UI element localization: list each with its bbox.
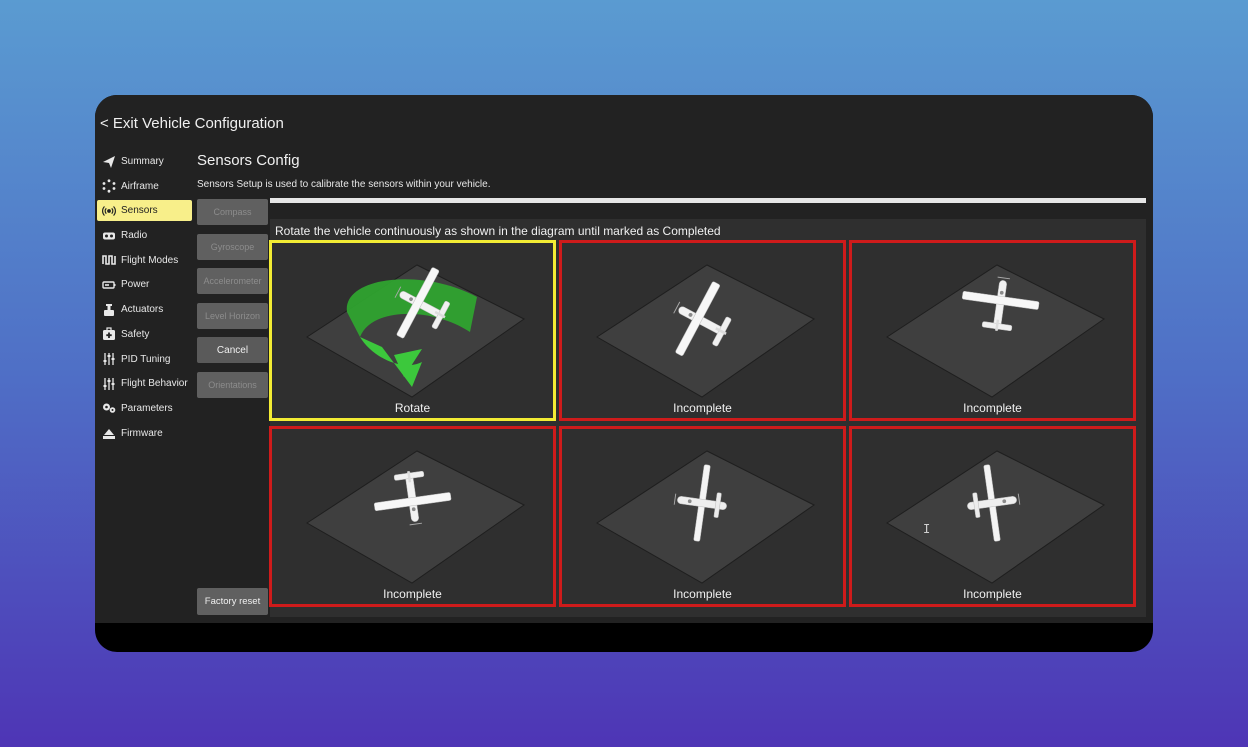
- orientation-status-label: Rotate: [394, 401, 431, 415]
- orientation-status-label: Incomplete: [383, 587, 442, 601]
- exit-vehicle-config-link[interactable]: < Exit Vehicle Configuration: [100, 115, 284, 132]
- orientation-cell-left-side: Incomplete: [559, 426, 846, 607]
- calibration-instruction: Rotate the vehicle continuously as shown…: [275, 224, 721, 238]
- sidebar: Summary Airframe Sensors Radio Flight Modes P…: [97, 151, 192, 447]
- level-horizon-button[interactable]: Level Horizon: [197, 302, 268, 329]
- sliders-icon: [101, 377, 117, 391]
- actuator-icon: [101, 303, 117, 317]
- sidebar-item-label: Radio: [121, 230, 148, 242]
- sidebar-item-actuators[interactable]: Actuators: [97, 299, 192, 320]
- calibration-progress-fill: [270, 198, 1146, 203]
- orientation-cell-rotate: Rotate: [269, 240, 556, 421]
- orientation-status-label: Incomplete: [963, 587, 1022, 601]
- sidebar-item-parameters[interactable]: Parameters: [97, 398, 192, 419]
- sidebar-item-firmware[interactable]: Firmware: [97, 423, 192, 444]
- gyroscope-button[interactable]: Gyroscope: [197, 233, 268, 260]
- gears-icon: [101, 401, 117, 415]
- factory-reset-button[interactable]: Factory reset: [197, 588, 268, 615]
- sidebar-item-label: Actuators: [121, 304, 164, 316]
- orientation-cell-nose-down: Incomplete: [849, 240, 1136, 421]
- sidebar-item-label: Firmware: [121, 427, 163, 439]
- sidebar-item-safety[interactable]: Safety: [97, 324, 192, 345]
- sidebar-item-label: PID Tuning: [121, 353, 171, 365]
- orientation-cell-upright: Incomplete: [559, 240, 846, 421]
- app-window: < Exit Vehicle Configuration Summary Airf…: [95, 95, 1153, 652]
- sidebar-item-label: Sensors: [121, 205, 158, 217]
- sidebar-item-summary[interactable]: Summary: [97, 151, 192, 172]
- compass-button[interactable]: Compass: [197, 199, 268, 225]
- sidebar-item-flight-behavior[interactable]: Flight Behavior: [97, 373, 192, 394]
- sidebar-item-airframe[interactable]: Airframe: [97, 176, 192, 197]
- sidebar-item-label: Safety: [121, 328, 150, 340]
- vehicle-config-app: < Exit Vehicle Configuration Summary Airf…: [95, 95, 1153, 623]
- waveform-icon: [101, 253, 117, 267]
- sidebar-item-label: Airframe: [121, 180, 159, 192]
- orientation-status-label: Incomplete: [673, 401, 732, 415]
- battery-icon: [101, 278, 117, 292]
- paper-plane-icon: [101, 155, 117, 169]
- calibration-progress-bar: [270, 198, 1146, 203]
- radio-icon: [101, 229, 117, 243]
- sidebar-item-power[interactable]: Power: [97, 274, 192, 295]
- cancel-button[interactable]: Cancel: [197, 337, 268, 364]
- sidebar-item-label: Flight Behavior: [121, 378, 188, 390]
- orientation-cell-right-side: Incomplete: [849, 426, 1136, 607]
- sidebar-item-flight-modes[interactable]: Flight Modes: [97, 250, 192, 271]
- sliders-icon: [101, 352, 117, 366]
- firmware-icon: [101, 426, 117, 440]
- rotate-arrow-icon: [306, 264, 525, 398]
- text-cursor-icon: I: [923, 522, 931, 536]
- sidebar-item-label: Power: [121, 279, 150, 291]
- calibration-buttons: Compass Gyroscope Accelerometer Level Horiz…: [197, 199, 268, 407]
- sidebar-item-radio[interactable]: Radio: [97, 225, 192, 246]
- sidebar-item-label: Flight Modes: [121, 254, 179, 266]
- sidebar-item-label: Parameters: [121, 402, 173, 414]
- sidebar-item-sensors[interactable]: Sensors: [97, 200, 192, 222]
- orientations-button[interactable]: Orientations: [197, 371, 268, 398]
- calibration-panel: Rotate the vehicle continuously as shown…: [269, 219, 1146, 617]
- page-title: Sensors Config: [197, 152, 300, 169]
- first-aid-icon: [101, 327, 117, 341]
- page-description: Sensors Setup is used to calibrate the s…: [197, 179, 491, 190]
- orientation-status-label: Incomplete: [963, 401, 1022, 415]
- accelerometer-button[interactable]: Accelerometer: [197, 268, 268, 295]
- sensor-wave-icon: [101, 204, 117, 218]
- sidebar-item-pid-tuning[interactable]: PID Tuning: [97, 349, 192, 370]
- sidebar-item-label: Summary: [121, 156, 164, 167]
- orientation-cell-tail-down: Incomplete: [269, 426, 556, 607]
- orientation-status-label: Incomplete: [673, 587, 732, 601]
- airframe-icon: [101, 179, 117, 193]
